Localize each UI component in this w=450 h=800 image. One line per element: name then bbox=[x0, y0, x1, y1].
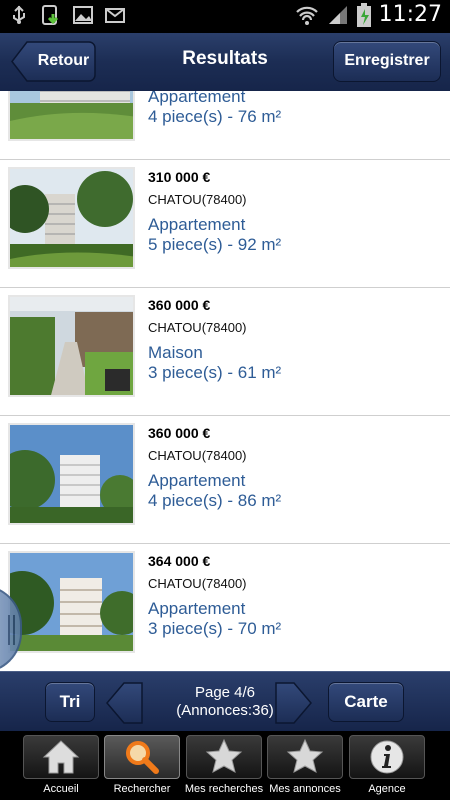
listing-photo bbox=[8, 295, 135, 397]
star-icon bbox=[286, 738, 324, 773]
results-list[interactable]: Appartement 4 piece(s) - 76 m² 310 000 €… bbox=[0, 91, 450, 671]
tab-accueil[interactable]: Accueil bbox=[23, 735, 99, 798]
next-page-button[interactable] bbox=[274, 682, 312, 724]
listing-row[interactable]: 360 000 € CHATOU(78400) Maison 3 piece(s… bbox=[0, 288, 450, 416]
wifi-icon bbox=[295, 6, 318, 25]
info-icon bbox=[370, 740, 404, 774]
listing-details: 3 piece(s) - 61 m² bbox=[148, 363, 282, 382]
listing-photo bbox=[8, 423, 135, 525]
tab-agence[interactable]: Agence bbox=[349, 735, 425, 798]
home-icon bbox=[42, 740, 80, 774]
listing-city: CHATOU(78400) bbox=[148, 320, 247, 335]
listing-price: 364 000 € bbox=[148, 553, 211, 569]
listing-city: CHATOU(78400) bbox=[148, 448, 247, 463]
listing-photo bbox=[8, 91, 135, 141]
listing-type: Maison bbox=[148, 343, 203, 362]
tab-mes-annonces[interactable]: Mes annonces bbox=[267, 735, 343, 798]
listing-type: Appartement bbox=[148, 91, 246, 106]
listing-row[interactable]: 310 000 € CHATOU(78400) Appartement 5 pi… bbox=[0, 160, 450, 288]
listing-price: 310 000 € bbox=[148, 169, 211, 185]
tab-label: Mes recherches bbox=[184, 783, 264, 795]
sort-button[interactable]: Tri bbox=[45, 682, 95, 722]
listing-row[interactable]: 364 000 € CHATOU(78400) Appartement 3 pi… bbox=[0, 544, 450, 671]
app-header: Retour Resultats Enregistrer bbox=[0, 33, 450, 91]
pagination-bar: Tri Page 4/6 (Annonces:36) Carte bbox=[0, 671, 450, 731]
listing-details: 3 piece(s) - 70 m² bbox=[148, 619, 282, 638]
listing-city: CHATOU(78400) bbox=[148, 192, 247, 207]
listing-photo bbox=[8, 551, 135, 653]
bottom-tab-bar: Accueil Rechercher Mes recherches Mes an… bbox=[0, 731, 450, 800]
handle-grip bbox=[13, 615, 15, 645]
save-button-label: Enregistrer bbox=[344, 52, 430, 69]
listing-type: Appartement bbox=[148, 215, 246, 234]
battery-icon bbox=[356, 2, 371, 27]
clock: 11:27 bbox=[378, 2, 442, 27]
tab-label: Mes annonces bbox=[269, 783, 341, 795]
listing-details: 4 piece(s) - 76 m² bbox=[148, 107, 282, 126]
listing-row[interactable]: Appartement 4 piece(s) - 76 m² bbox=[0, 91, 450, 160]
save-search-button[interactable]: Enregistrer bbox=[333, 41, 441, 82]
tab-mes-recherches[interactable]: Mes recherches bbox=[185, 735, 263, 798]
tab-label: Agence bbox=[368, 783, 406, 795]
status-bar: 11:27 bbox=[0, 0, 450, 33]
listing-price: 360 000 € bbox=[148, 297, 211, 313]
listing-type: Appartement bbox=[148, 599, 246, 618]
usb-icon bbox=[13, 5, 25, 24]
mail-icon bbox=[105, 8, 125, 23]
listing-city: CHATOU(78400) bbox=[148, 576, 247, 591]
listing-row[interactable]: 360 000 € CHATOU(78400) Appartement 4 pi… bbox=[0, 416, 450, 544]
listing-photo bbox=[8, 167, 135, 269]
map-button[interactable]: Carte bbox=[328, 682, 404, 722]
handle-grip bbox=[8, 615, 10, 645]
map-button-label: Carte bbox=[344, 692, 388, 711]
tab-label: Accueil bbox=[43, 783, 79, 795]
sort-button-label: Tri bbox=[59, 692, 81, 711]
star-icon bbox=[205, 738, 243, 773]
listing-details: 5 piece(s) - 92 m² bbox=[148, 235, 282, 254]
download-icon bbox=[42, 5, 59, 25]
previous-page-button[interactable] bbox=[106, 682, 144, 724]
tab-label: Rechercher bbox=[113, 783, 171, 795]
image-icon bbox=[73, 6, 93, 24]
search-icon bbox=[126, 741, 159, 774]
listing-details: 4 piece(s) - 86 m² bbox=[148, 491, 282, 510]
tab-rechercher[interactable]: Rechercher bbox=[104, 735, 180, 798]
signal-icon bbox=[328, 5, 347, 24]
listing-type: Appartement bbox=[148, 471, 246, 490]
listing-price: 360 000 € bbox=[148, 425, 211, 441]
